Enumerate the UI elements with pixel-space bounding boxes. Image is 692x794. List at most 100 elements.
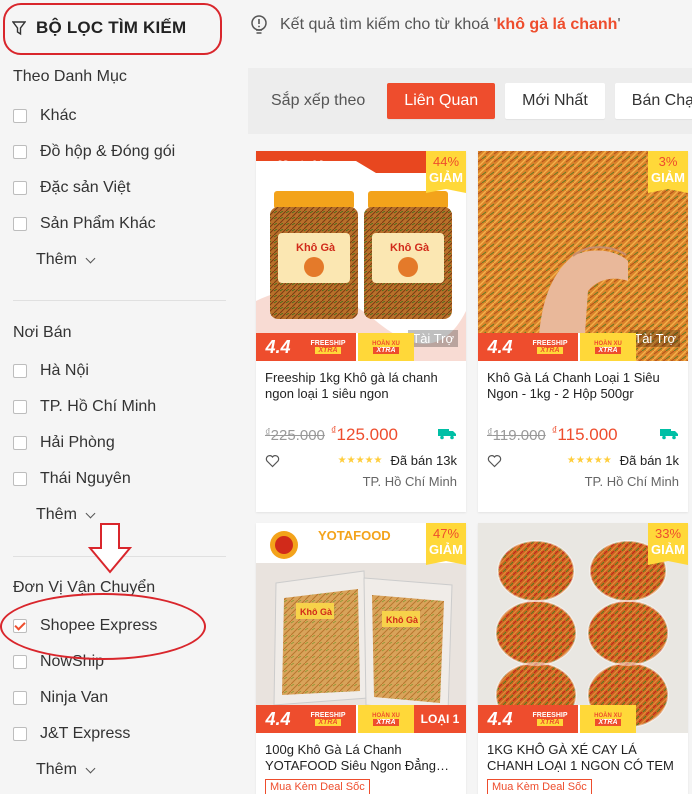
discount-percent: 44%: [432, 154, 460, 169]
freeship-truck-icon: [660, 429, 678, 440]
chevron-down-icon: [85, 253, 96, 263]
hoanxu-xtra: HOÀN XU XTRA: [356, 705, 414, 733]
shipping-option-nowship[interactable]: NowShip: [13, 653, 104, 671]
original-price-value: 225.000: [270, 427, 325, 444]
product-card[interactable]: YOTAFOOD Khô Gà Khô Gà 47% GIẢM 4.4 FREES…: [256, 523, 466, 794]
jar-label: Khô Gà: [296, 242, 336, 254]
promo-44: 4.4: [256, 705, 300, 733]
hint-text: Kết quả tìm kiếm cho từ khoá 'khô gà lá …: [280, 16, 621, 34]
hint-prefix: Kết quả tìm kiếm cho từ khoá ': [280, 16, 497, 33]
option-label: Đồ hộp & Đóng gói: [40, 143, 176, 160]
sold-count: Đã bán 1k: [619, 453, 679, 468]
sort-bar: Sắp xếp theo Liên Quan Mới Nhất Bán Chạy: [248, 68, 692, 134]
star-rating-icon: ★★★★★: [337, 455, 383, 466]
xtra-text: XTRA: [315, 719, 341, 726]
sale-price: ₫115.000: [552, 425, 618, 445]
option-label: TP. Hồ Chí Minh: [40, 398, 157, 415]
shipping-more-button[interactable]: Thêm: [36, 761, 96, 779]
grade-tag: LOẠI 1: [414, 705, 466, 733]
location-section-label: Nơi Bán: [13, 324, 72, 341]
heart-icon[interactable]: [487, 454, 502, 468]
more-label: Thêm: [36, 251, 77, 268]
freeship-xtra: FREESHIP XTRA: [300, 333, 356, 361]
category-option-do-hop[interactable]: Đồ hộp & Đóng gói: [13, 143, 175, 161]
checkbox[interactable]: [13, 400, 27, 414]
category-more-button[interactable]: Thêm: [36, 251, 96, 269]
sale-price-value: 115.000: [557, 425, 618, 444]
discount-badge: 44% GIẢM: [426, 151, 466, 193]
option-label: Ninja Van: [40, 689, 109, 706]
star-rating-icon: ★★★★★: [566, 455, 612, 466]
product-image[interactable]: YOTAFOOD Khô Gà Khô Gà 47% GIẢM 4.4 FREES…: [256, 523, 466, 733]
category-option-khac[interactable]: Khác: [13, 107, 76, 125]
original-price-value: 119.000: [492, 427, 546, 444]
freeship-text: FREESHIP: [310, 712, 346, 719]
location-more-button[interactable]: Thêm: [36, 506, 96, 524]
heart-icon[interactable]: [265, 454, 280, 468]
brand-text: Viettin Mart: [278, 157, 337, 171]
category-option-san-pham-khac[interactable]: Sản Phẩm Khác: [13, 215, 156, 233]
option-label: Đặc sản Việt: [40, 179, 131, 196]
checkbox-checked[interactable]: [13, 619, 27, 633]
filter-header: BỘ LỌC TÌM KIẾM: [12, 18, 186, 38]
checkbox[interactable]: [13, 727, 27, 741]
discount-word: GIẢM: [429, 170, 463, 185]
shipping-option-shopee-express[interactable]: Shopee Express: [13, 617, 157, 635]
xtra-text: XTRA: [373, 718, 399, 726]
product-name[interactable]: Khô Gà Lá Chanh Loại 1 Siêu Ngon - 1kg -…: [478, 361, 688, 413]
option-label: Khác: [40, 107, 77, 124]
product-card[interactable]: Viettin Mart Khô Gà Khô Gà 44% GIẢM Tài …: [256, 151, 466, 512]
shipping-option-ninja-van[interactable]: Ninja Van: [13, 689, 108, 707]
sort-newest-button[interactable]: Mới Nhất: [505, 83, 605, 119]
filter-title: BỘ LỌC TÌM KIẾM: [36, 18, 187, 37]
location-option-hai-phong[interactable]: Hải Phòng: [13, 434, 115, 452]
checkbox[interactable]: [13, 181, 27, 195]
checkbox[interactable]: [13, 217, 27, 231]
bag-label: Khô Gà: [300, 607, 333, 617]
hoanxu-xtra: HOÀN XU XTRA: [578, 333, 636, 361]
deal-badge: Mua Kèm Deal Sốc: [265, 779, 370, 794]
product-image[interactable]: 33% GIẢM 4.4 FREESHIP XTRA HOÀN XU XTRA: [478, 523, 688, 733]
product-name[interactable]: 100g Khô Gà Lá Chanh YOTAFOOD Siêu Ngon …: [256, 733, 466, 773]
product-image[interactable]: Viettin Mart Khô Gà Khô Gà 44% GIẢM Tài …: [256, 151, 466, 361]
discount-badge: 47% GIẢM: [426, 523, 466, 565]
search-result-hint: Kết quả tìm kiếm cho từ khoá 'khô gà lá …: [248, 14, 621, 36]
freeship-text: FREESHIP: [532, 712, 568, 719]
product-name[interactable]: 1KG KHÔ GÀ XÉ CAY LÁ CHANH LOẠI 1 NGON C…: [478, 733, 688, 773]
seller-location: TP. Hồ Chí Minh: [362, 474, 457, 489]
checkbox[interactable]: [13, 472, 27, 486]
checkbox[interactable]: [13, 109, 27, 123]
discount-word: GIẢM: [651, 542, 685, 557]
xtra-text: XTRA: [315, 347, 341, 354]
location-option-hcm[interactable]: TP. Hồ Chí Minh: [13, 398, 156, 416]
seller-location: TP. Hồ Chí Minh: [584, 474, 679, 489]
rating-row: ★★★★★ Đã bán 13k: [256, 445, 466, 468]
location-option-thai-nguyen[interactable]: Thái Nguyên: [13, 470, 131, 488]
shipping-option-jt-express[interactable]: J&T Express: [13, 725, 130, 743]
sort-bestseller-button[interactable]: Bán Chạy: [614, 83, 692, 119]
checkbox[interactable]: [13, 691, 27, 705]
xtra-text: XTRA: [595, 346, 621, 354]
category-option-dac-san[interactable]: Đặc sản Việt: [13, 179, 130, 197]
sold-count: Đã bán 13k: [390, 453, 458, 468]
checkbox[interactable]: [13, 145, 27, 159]
product-card[interactable]: 33% GIẢM 4.4 FREESHIP XTRA HOÀN XU XTRA 1KG…: [478, 523, 688, 794]
chevron-down-icon: [85, 763, 96, 773]
checkbox[interactable]: [13, 364, 27, 378]
location-option-ha-noi[interactable]: Hà Nội: [13, 362, 89, 380]
more-label: Thêm: [36, 506, 77, 523]
checkbox[interactable]: [13, 655, 27, 669]
product-card[interactable]: 3% GIẢM Tài Trợ 4.4 FREESHIP XTRA HOÀN XU X…: [478, 151, 688, 512]
checkbox[interactable]: [13, 436, 27, 450]
sort-label: Sắp xếp theo: [271, 92, 366, 109]
search-keyword: khô gà lá chanh: [496, 16, 618, 33]
xtra-text: XTRA: [537, 347, 563, 354]
filter-sidebar: BỘ LỌC TÌM KIẾM Theo Danh Mục Khác Đồ hộ…: [0, 0, 240, 794]
product-name[interactable]: Freeship 1kg Khô gà lá chanh ngon loại 1…: [256, 361, 466, 413]
freeship-xtra: FREESHIP XTRA: [300, 705, 356, 733]
lightbulb-icon: [251, 15, 267, 34]
freeship-text: FREESHIP: [532, 340, 568, 347]
sort-relevance-button[interactable]: Liên Quan: [387, 83, 496, 119]
brand-text: YOTAFOOD: [318, 528, 391, 543]
product-image[interactable]: 3% GIẢM Tài Trợ 4.4 FREESHIP XTRA HOÀN XU X…: [478, 151, 688, 361]
